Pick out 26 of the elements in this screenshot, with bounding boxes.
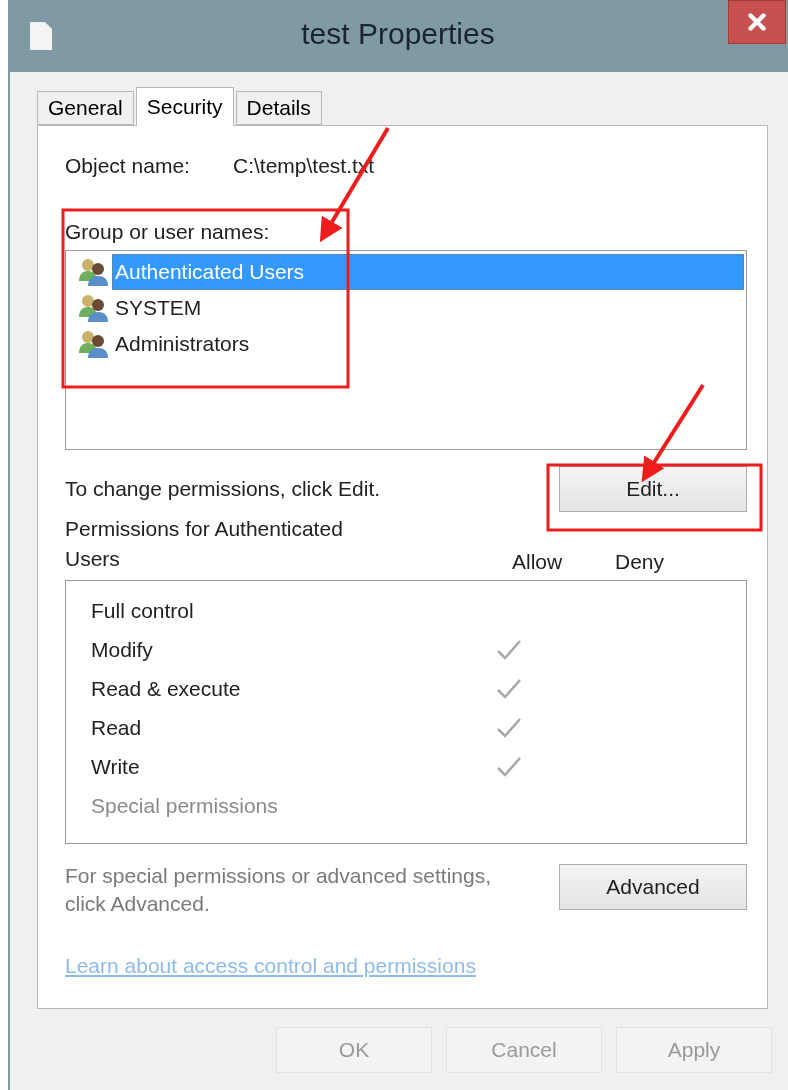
users-icon [78, 257, 110, 287]
object-name-label: Object name: [65, 154, 191, 178]
tab[interactable]: General [37, 91, 134, 125]
group-list-label: Group or user names: [65, 220, 270, 244]
permission-name: Full control [91, 598, 195, 623]
permission-name: Modify [91, 637, 154, 662]
tab[interactable]: Security [135, 87, 234, 126]
group-list-item[interactable]: Administrators [112, 326, 744, 362]
change-hint: To change permissions, click Edit. [65, 477, 381, 501]
permission-name: Read & execute [91, 676, 242, 701]
group-list-item[interactable]: SYSTEM [112, 290, 744, 326]
users-icon [78, 329, 110, 359]
advanced-hint: For special permissions or advanced settings, click Advanced. [65, 863, 493, 917]
document-icon [30, 22, 52, 50]
edit-button[interactable]: Edit... [559, 466, 747, 512]
close-button[interactable] [728, 0, 786, 44]
permission-name: Special permissions [91, 793, 279, 818]
permission-name: Read [91, 715, 143, 740]
window-title: test Properties [300, 17, 496, 51]
permission-name: Write [91, 754, 141, 779]
permissions-label: Permissions for Authenticated Users [65, 516, 344, 572]
column-header: Deny [615, 550, 665, 574]
column-header: Allow [512, 550, 564, 574]
users-icon [78, 293, 110, 323]
tab[interactable]: Details [235, 91, 322, 125]
advanced-button[interactable]: Advanced [559, 864, 747, 910]
